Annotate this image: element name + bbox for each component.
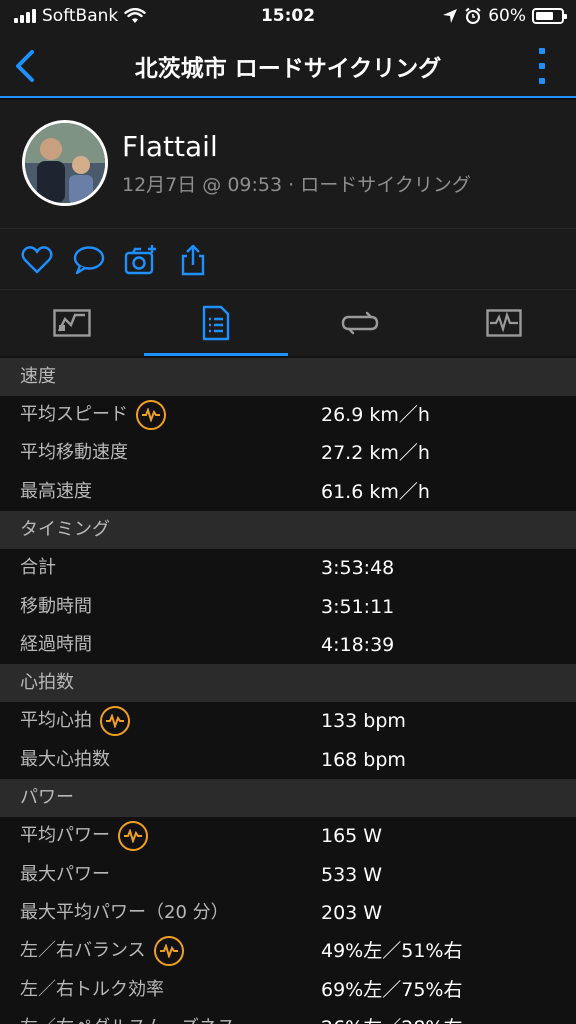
nav-bar: 北茨城市 ロードサイクリング — [0, 34, 576, 98]
heart-icon — [21, 246, 53, 274]
stat-row: 経過時間 4:18:39 — [0, 625, 576, 665]
more-dot-icon — [539, 78, 545, 84]
share-icon — [181, 244, 205, 276]
more-options-button[interactable] — [534, 48, 550, 84]
chevron-left-icon — [16, 50, 34, 82]
page-title: 北茨城市 ロードサイクリング — [134, 56, 442, 82]
stat-row: 左／右ペダルスムーズネス 26%左／28%右 — [0, 1009, 576, 1024]
laps-loop-icon — [341, 311, 379, 335]
tab-map[interactable] — [0, 290, 144, 356]
tab-bar — [0, 290, 576, 356]
stat-value: 69%左／75%右 — [321, 978, 463, 1001]
stat-value: 61.6 km／h — [321, 480, 430, 503]
tab-laps[interactable] — [288, 290, 432, 356]
share-button[interactable] — [176, 243, 210, 277]
more-dot-icon — [539, 63, 545, 69]
tab-stats[interactable] — [144, 290, 288, 356]
like-button[interactable] — [20, 243, 54, 277]
status-bar: SoftBank 15:02 60% — [0, 0, 576, 34]
stat-label: 左／右バランス — [20, 940, 146, 962]
stat-value: 4:18:39 — [321, 633, 395, 656]
stat-label: 経過時間 — [20, 633, 92, 655]
more-dot-icon — [539, 48, 545, 54]
stat-label: 合計 — [20, 557, 56, 579]
activity-header: Flattail 12月7日 @ 09:53 · ロードサイクリング — [0, 100, 576, 228]
camera-plus-icon — [124, 245, 156, 275]
alarm-icon — [465, 7, 481, 24]
stats-list-icon — [202, 305, 230, 341]
stat-row: 左／右トルク効率 69%左／75%右 — [0, 970, 576, 1010]
activity-datetime: 12月7日 @ 09:53 · ロードサイクリング — [122, 174, 471, 196]
stat-row: 最大パワー 533 W — [0, 855, 576, 894]
section-header-power: パワー — [0, 779, 576, 818]
stat-value: 26.9 km／h — [321, 404, 430, 426]
training-badge-icon[interactable] — [118, 821, 148, 852]
section-header-speed: 速度 — [0, 358, 576, 396]
stat-row: 左／右バランス 49%左／51%右 — [0, 932, 576, 971]
stat-label: 平均移動速度 — [20, 442, 128, 464]
map-overview-icon — [53, 309, 91, 337]
stat-label: 移動時間 — [20, 595, 92, 617]
stat-row: 最大心拍数 168 bpm — [0, 740, 576, 780]
stat-label: 平均心拍 — [20, 710, 92, 732]
action-bar — [0, 228, 576, 290]
stat-label: 平均パワー — [20, 825, 110, 847]
location-arrow-icon — [443, 9, 458, 23]
back-button[interactable] — [10, 48, 40, 84]
stat-row: 平均移動速度 27.2 km／h — [0, 434, 576, 473]
stat-value: 3:53:48 — [321, 557, 395, 580]
battery-percent: 60% — [488, 6, 526, 26]
stat-value: 3:51:11 — [321, 595, 395, 618]
stat-value: 27.2 km／h — [321, 442, 430, 465]
avatar[interactable] — [22, 120, 108, 206]
stat-row: 最高速度 61.6 km／h — [0, 472, 576, 512]
stat-label: 最大平均パワー（20 分） — [20, 901, 229, 923]
training-badge-icon[interactable] — [100, 706, 130, 737]
comment-button[interactable] — [72, 243, 106, 277]
stats-list: 速度 平均スピード 26.9 km／h 平均移動速度 27.2 km／h 最高速… — [0, 358, 576, 1024]
stat-value: 533 W — [321, 863, 383, 886]
training-badge-icon[interactable] — [153, 936, 184, 967]
add-photo-button[interactable] — [124, 243, 158, 277]
stat-label: 左／右トルク効率 — [20, 978, 164, 1000]
stat-value: 133 bpm — [321, 710, 406, 733]
stat-label: 最大パワー — [20, 863, 110, 885]
stat-row: 平均心拍 133 bpm — [0, 702, 576, 741]
stat-row: 移動時間 3:51:11 — [0, 587, 576, 626]
stat-value: 49%左／51%右 — [321, 940, 463, 963]
stat-row: 合計 3:53:48 — [0, 549, 576, 588]
stat-value: 165 W — [321, 825, 383, 848]
stat-row: 平均スピード 26.9 km／h — [0, 396, 576, 435]
stat-value: 203 W — [321, 901, 383, 924]
stat-label: 平均スピード — [20, 404, 128, 425]
stat-row: 平均パワー 165 W — [0, 817, 576, 856]
comment-bubble-icon — [73, 246, 105, 275]
training-badge-icon[interactable] — [136, 400, 166, 430]
avatar-photo — [25, 123, 105, 203]
stat-row: 最大平均パワー（20 分） 203 W — [0, 893, 576, 933]
stat-value: 168 bpm — [321, 748, 406, 771]
section-header-timing: タイミング — [0, 511, 576, 550]
chart-line-icon — [486, 309, 522, 337]
battery-icon — [532, 8, 567, 24]
section-header-heart-rate: 心拍数 — [0, 664, 576, 703]
stat-label: 最大心拍数 — [20, 748, 110, 770]
stat-label: 左／右ペダルスムーズネス — [20, 1009, 235, 1024]
status-right: 60% — [442, 6, 567, 26]
tab-charts[interactable] — [432, 290, 576, 356]
stat-label: 最高速度 — [20, 480, 92, 502]
stat-value: 26%左／28%右 — [321, 1009, 462, 1024]
user-name[interactable]: Flattail — [122, 130, 218, 163]
